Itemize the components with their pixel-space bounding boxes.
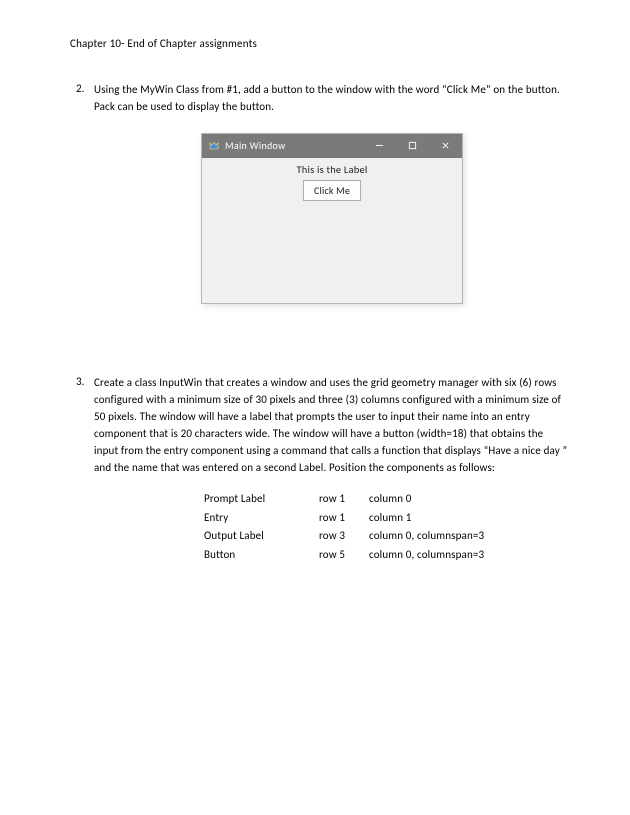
layout-row-val: row 5	[319, 546, 369, 565]
table-row: Prompt Label row 1 column 0	[204, 490, 570, 509]
layout-col-val: column 1	[369, 509, 570, 528]
app-icon	[208, 140, 220, 152]
layout-label: Entry	[204, 509, 319, 528]
table-row: Button row 5 column 0, columnspan=3	[204, 546, 570, 565]
assignment-item-2: 2. Using the MyWin Class from #1, add a …	[70, 81, 570, 314]
window-body: This is the Label Click Me	[202, 158, 462, 303]
item-number: 2.	[70, 81, 94, 314]
layout-col-val: column 0, columnspan=3	[369, 546, 570, 565]
embedded-window-screenshot: Main Window This is the Label Click Me	[201, 133, 463, 304]
click-me-button[interactable]: Click Me	[303, 180, 361, 201]
minimize-button[interactable]	[363, 134, 396, 158]
item-text: Using the MyWin Class from #1, add a but…	[94, 81, 570, 115]
window-title: Main Window	[225, 138, 363, 153]
table-row: Entry row 1 column 1	[204, 509, 570, 528]
page-title: Chapter 10- End of Chapter assignments	[70, 36, 570, 53]
window-controls	[363, 134, 462, 158]
window-titlebar: Main Window	[202, 134, 462, 158]
layout-row-val: row 3	[319, 527, 369, 546]
assignment-item-3: 3. Create a class InputWin that creates …	[70, 374, 570, 565]
layout-label: Output Label	[204, 527, 319, 546]
layout-label: Button	[204, 546, 319, 565]
maximize-button[interactable]	[396, 134, 429, 158]
layout-col-val: column 0	[369, 490, 570, 509]
layout-table: Prompt Label row 1 column 0 Entry row 1 …	[204, 490, 570, 565]
item-number: 3.	[70, 374, 94, 565]
layout-col-val: column 0, columnspan=3	[369, 527, 570, 546]
layout-label: Prompt Label	[204, 490, 319, 509]
window-label: This is the Label	[202, 162, 462, 178]
layout-row-val: row 1	[319, 490, 369, 509]
layout-row-val: row 1	[319, 509, 369, 528]
table-row: Output Label row 3 column 0, columnspan=…	[204, 527, 570, 546]
close-button[interactable]	[429, 134, 462, 158]
item-text: Create a class InputWin that creates a w…	[94, 374, 570, 476]
